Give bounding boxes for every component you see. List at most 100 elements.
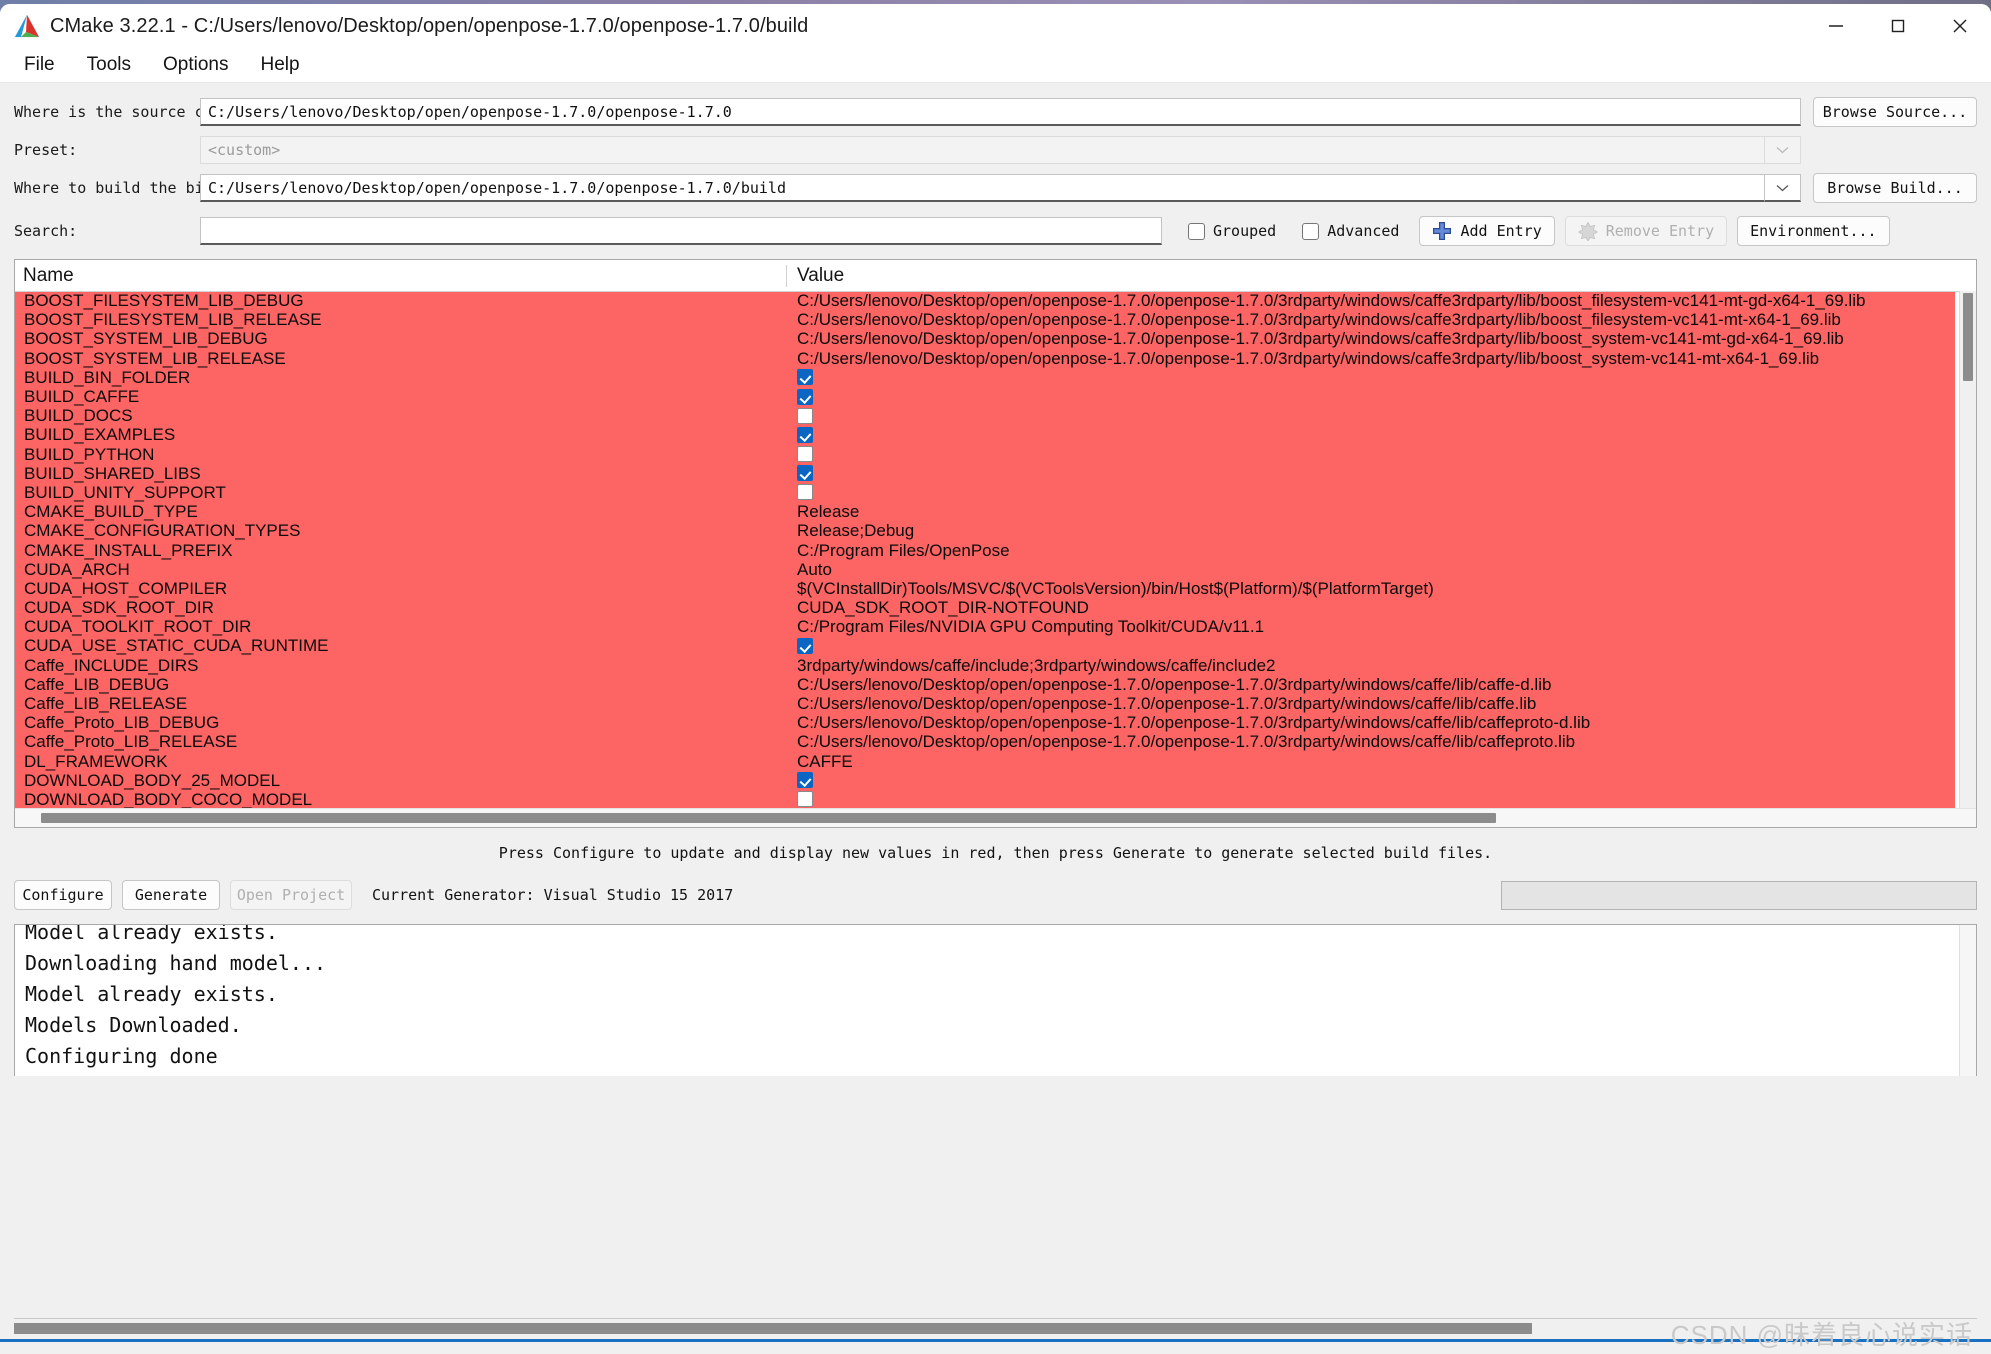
table-row[interactable]: Caffe_LIB_DEBUG C:/Users/lenovo/Desktop/o… [15, 674, 1955, 694]
table-row[interactable]: Caffe_Proto_LIB_DEBUG C:/Users/lenovo/Des… [15, 713, 1955, 733]
build-input[interactable]: C:/Users/lenovo/Desktop/open/openpose-1.… [200, 174, 1765, 202]
cache-entry-value[interactable]: 3rdparty/windows/caffe/include;3rdparty/… [787, 656, 1955, 675]
cache-entry-value[interactable]: C:/Users/lenovo/Desktop/open/openpose-1.… [787, 329, 1955, 348]
table-row[interactable]: BOOST_SYSTEM_LIB_DEBUG C:/Users/lenovo/De… [15, 329, 1955, 349]
menu-item-file[interactable]: File [10, 51, 69, 79]
table-row[interactable]: BUILD_UNITY_SUPPORT [15, 482, 1955, 503]
cache-entry-value[interactable]: Auto [787, 560, 1955, 579]
browse-build-button[interactable]: Browse Build... [1813, 173, 1977, 203]
checkbox-unchecked[interactable] [797, 407, 813, 424]
table-row[interactable]: CUDA_TOOLKIT_ROOT_DIR C:/Program Files/NV… [15, 617, 1955, 637]
search-row: Search: Grouped Advanced Add Entry Remov… [14, 211, 1977, 251]
cache-entry-value[interactable]: C:/Users/lenovo/Desktop/open/openpose-1.… [787, 713, 1955, 732]
configure-button[interactable]: Configure [14, 880, 112, 910]
close-icon[interactable] [1929, 4, 1991, 48]
table-row[interactable]: BOOST_SYSTEM_LIB_RELEASE C:/Users/lenovo/… [15, 348, 1955, 368]
column-header-name[interactable]: Name [15, 264, 787, 287]
column-header-value[interactable]: Value [787, 265, 1976, 287]
cache-entry-value[interactable]: C:/Program Files/NVIDIA GPU Computing To… [787, 617, 1955, 636]
checkbox-unchecked[interactable] [797, 484, 813, 501]
cache-entry-value[interactable]: Release [787, 502, 1955, 521]
checkbox-checked[interactable] [797, 426, 813, 443]
checkbox-checked[interactable] [797, 465, 813, 482]
cache-entry-value[interactable] [787, 791, 1955, 808]
cache-entry-value[interactable]: C:/Users/lenovo/Desktop/open/openpose-1.… [787, 291, 1955, 310]
cache-vertical-scrollbar[interactable] [1959, 291, 1976, 809]
cache-entry-value[interactable]: C:/Users/lenovo/Desktop/open/openpose-1.… [787, 675, 1955, 694]
cache-entry-value[interactable] [787, 426, 1955, 443]
menu-item-tools[interactable]: Tools [73, 51, 145, 79]
table-row[interactable]: DOWNLOAD_BODY_COCO_MODEL [15, 789, 1955, 810]
menu-item-options[interactable]: Options [149, 51, 242, 79]
menu-item-help[interactable]: Help [246, 51, 313, 79]
build-chevron-down-icon[interactable] [1765, 174, 1801, 202]
table-row[interactable]: CMAKE_CONFIGURATION_TYPES Release;Debug [15, 521, 1955, 541]
checkbox-unchecked[interactable] [797, 446, 813, 463]
generate-button[interactable]: Generate [122, 880, 220, 910]
cache-entry-value[interactable] [787, 407, 1955, 424]
add-entry-label: Add Entry [1460, 222, 1542, 240]
table-row[interactable]: BOOST_FILESYSTEM_LIB_DEBUG C:/Users/lenov… [15, 291, 1955, 311]
advanced-checkbox[interactable] [1302, 222, 1320, 240]
grouped-checkbox[interactable] [1188, 222, 1205, 240]
table-row[interactable]: CUDA_ARCH Auto [15, 559, 1955, 579]
table-row[interactable]: Caffe_Proto_LIB_RELEASE C:/Users/lenovo/D… [15, 732, 1955, 752]
source-input[interactable]: C:/Users/lenovo/Desktop/open/openpose-1.… [200, 98, 1801, 126]
browse-source-button[interactable]: Browse Source... [1813, 97, 1977, 127]
cache-horizontal-scroll-thumb[interactable] [41, 813, 1496, 823]
minimize-icon[interactable] [1805, 4, 1867, 48]
cache-entry-value[interactable] [787, 446, 1955, 463]
cache-entry-value[interactable] [787, 772, 1955, 789]
checkbox-checked[interactable] [797, 369, 813, 386]
table-row[interactable]: BUILD_PYTHON [15, 444, 1955, 464]
table-row[interactable]: Caffe_LIB_RELEASE C:/Users/lenovo/Desktop… [15, 693, 1955, 714]
cache-entry-value[interactable] [787, 369, 1955, 386]
table-row[interactable]: BUILD_SHARED_LIBS [15, 463, 1955, 483]
console-vertical-scrollbar[interactable] [1959, 925, 1976, 1076]
add-entry-button[interactable]: Add Entry [1419, 216, 1555, 246]
cache-entry-value[interactable] [787, 637, 1955, 654]
table-row[interactable]: BUILD_EXAMPLES [15, 425, 1955, 445]
table-row[interactable]: BUILD_CAFFE [15, 386, 1955, 407]
checkbox-checked[interactable] [797, 637, 813, 654]
table-row[interactable]: DL_FRAMEWORK CAFFE [15, 751, 1955, 771]
cache-entry-name: CUDA_ARCH [24, 559, 130, 579]
cache-entry-value[interactable]: C:/Users/lenovo/Desktop/open/openpose-1.… [787, 349, 1955, 368]
cache-entry-value[interactable]: $(VCInstallDir)Tools/MSVC/$(VCToolsVersi… [787, 579, 1955, 598]
cache-entry-value[interactable] [787, 388, 1955, 405]
advanced-checkbox-wrap[interactable]: Advanced [1302, 222, 1399, 240]
cache-entry-value[interactable]: CUDA_SDK_ROOT_DIR-NOTFOUND [787, 598, 1955, 617]
checkbox-checked[interactable] [797, 772, 813, 789]
cache-entry-value[interactable] [787, 465, 1955, 482]
cache-horizontal-scrollbar[interactable] [15, 808, 1976, 827]
table-row[interactable]: BUILD_BIN_FOLDER [15, 367, 1955, 387]
table-row[interactable]: BOOST_FILESYSTEM_LIB_RELEASE C:/Users/len… [15, 310, 1955, 330]
cache-entry-value[interactable]: CAFFE [787, 752, 1955, 771]
checkbox-checked[interactable] [797, 388, 813, 405]
table-row[interactable]: CUDA_SDK_ROOT_DIR CUDA_SDK_ROOT_DIR-NOTFO… [15, 598, 1955, 618]
search-input[interactable] [200, 217, 1162, 245]
table-row[interactable]: CUDA_HOST_COMPILER $(VCInstallDir)Tools/M… [15, 578, 1955, 598]
cache-entry-value[interactable]: C:/Users/lenovo/Desktop/open/openpose-1.… [787, 694, 1955, 713]
checkbox-unchecked[interactable] [797, 791, 813, 808]
output-console[interactable]: Model already exists. Downloading hand mo… [14, 924, 1977, 1076]
table-row[interactable]: CMAKE_INSTALL_PREFIX C:/Program Files/Ope… [15, 540, 1955, 560]
maximize-icon[interactable] [1867, 4, 1929, 48]
preset-select[interactable]: <custom> [200, 136, 1765, 164]
console-horizontal-scroll-thumb[interactable] [14, 1323, 1532, 1334]
cache-entry-value[interactable]: C:/Program Files/OpenPose [787, 541, 1955, 560]
environment-button[interactable]: Environment... [1737, 216, 1890, 246]
table-row[interactable]: Caffe_INCLUDE_DIRS 3rdparty/windows/caffe… [15, 655, 1955, 675]
cache-entry-name: CMAKE_CONFIGURATION_TYPES [24, 521, 301, 541]
cache-entry-value[interactable] [787, 484, 1955, 501]
table-row[interactable]: DOWNLOAD_BODY_25_MODEL [15, 770, 1955, 790]
preset-chevron-down-icon[interactable] [1765, 136, 1801, 164]
table-row[interactable]: CUDA_USE_STATIC_CUDA_RUNTIME [15, 636, 1955, 656]
table-row[interactable]: BUILD_DOCS [15, 406, 1955, 426]
cache-entry-value[interactable]: C:/Users/lenovo/Desktop/open/openpose-1.… [787, 310, 1955, 329]
cache-entry-value[interactable]: Release;Debug [787, 521, 1955, 540]
table-row[interactable]: CMAKE_BUILD_TYPE Release [15, 502, 1955, 522]
grouped-checkbox-wrap[interactable]: Grouped [1188, 222, 1276, 240]
cache-vertical-scroll-thumb[interactable] [1963, 293, 1973, 381]
cache-entry-value[interactable]: C:/Users/lenovo/Desktop/open/openpose-1.… [787, 732, 1955, 751]
